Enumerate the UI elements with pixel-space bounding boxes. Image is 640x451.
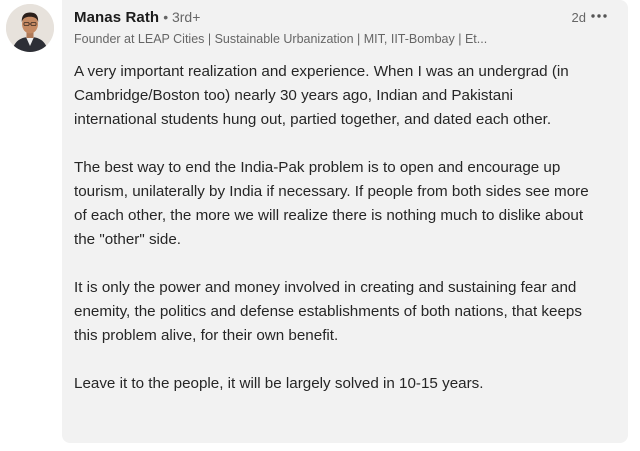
profile-photo-icon — [6, 4, 54, 52]
comment-container: Manas Rath • 3rd+ 2d Founder at LEAP Citi… — [0, 0, 640, 451]
comment-paragraph: Leave it to the people, it will be large… — [74, 375, 484, 392]
ellipsis-icon — [591, 14, 607, 18]
comment-paragraph: The best way to end the India-Pak proble… — [74, 159, 589, 248]
comment-timestamp: 2d — [571, 10, 586, 25]
comment-header: Manas Rath • 3rd+ 2d — [74, 9, 616, 31]
comment-bubble: Manas Rath • 3rd+ 2d Founder at LEAP Citi… — [62, 0, 628, 443]
avatar[interactable] — [6, 4, 54, 52]
author-name[interactable]: Manas Rath — [74, 9, 159, 26]
author-headline: Founder at LEAP Cities | Sustainable Urb… — [74, 32, 488, 46]
comment-paragraph: It is only the power and money involved … — [74, 279, 582, 344]
comment-text: A very important realization and experie… — [74, 60, 594, 396]
comment-paragraph: A very important realization and experie… — [74, 63, 569, 128]
connection-degree: • 3rd+ — [163, 9, 201, 25]
more-options-button[interactable] — [588, 7, 610, 25]
